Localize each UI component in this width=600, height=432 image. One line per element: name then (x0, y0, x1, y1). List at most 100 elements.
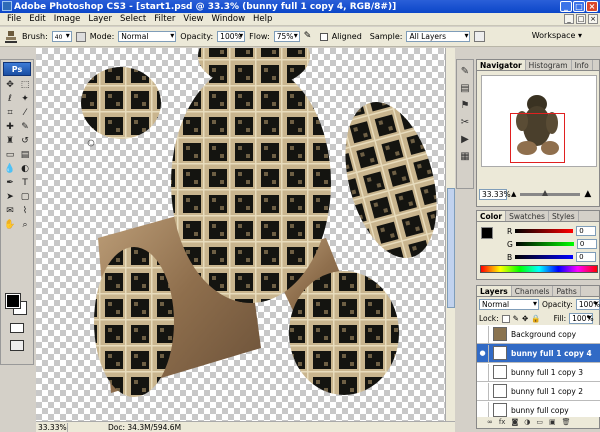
lock-transparent-icon[interactable] (501, 314, 510, 323)
layer-row[interactable]: bunny full copy (477, 401, 600, 417)
magic-wand-tool-icon[interactable]: ✦ (18, 93, 32, 106)
toggle-brushes-icon[interactable] (75, 31, 86, 42)
layer-row[interactable]: bunny full 1 copy 3 (477, 363, 600, 382)
menu-layer[interactable]: Layer (84, 14, 116, 24)
crop-tool-icon[interactable]: ⌗ (3, 107, 17, 120)
gradient-tool-icon[interactable]: ▤ (18, 149, 32, 162)
lasso-tool-icon[interactable]: ℓ (3, 93, 17, 106)
notes-tool-icon[interactable]: ✉ (3, 205, 17, 218)
mode-select[interactable]: Normal (118, 31, 177, 42)
screen-mode-icon[interactable] (10, 340, 24, 351)
color-spectrum-bar[interactable] (480, 265, 598, 273)
new-layer-icon[interactable]: ▣ (549, 418, 556, 427)
flow-field[interactable]: 75% (273, 31, 300, 42)
zoom-out-icon[interactable]: ▲ (511, 190, 516, 198)
navigator-view-box[interactable] (510, 113, 565, 163)
hand-tool-icon[interactable]: ✋ (3, 219, 17, 232)
doc-close-button[interactable]: × (588, 14, 598, 24)
doc-minimize-button[interactable]: _ (564, 14, 574, 24)
quick-mask-icon[interactable] (10, 323, 24, 333)
clone-stamp-tool-icon[interactable] (4, 30, 18, 44)
pen-tool-icon[interactable]: ✒ (3, 177, 17, 190)
photoshop-logo[interactable]: Ps (3, 62, 31, 76)
layer-visibility-icon[interactable] (477, 325, 489, 343)
navigator-zoom-field[interactable]: 33.33% (479, 188, 511, 200)
menu-edit[interactable]: Edit (25, 14, 49, 24)
history-panel-icon[interactable]: ✂ (461, 117, 469, 128)
green-slider[interactable] (515, 242, 574, 246)
menu-image[interactable]: Image (50, 14, 85, 24)
navigator-preview[interactable] (481, 75, 597, 167)
aligned-checkbox[interactable] (319, 32, 328, 41)
layer-visibility-icon[interactable] (477, 363, 489, 381)
color-foreground-swatch[interactable] (481, 227, 493, 239)
healing-brush-tool-icon[interactable]: ✚ (3, 121, 17, 134)
path-selection-tool-icon[interactable]: ➤ (3, 191, 17, 204)
layer-fill-field[interactable]: 100% (569, 313, 594, 324)
clone-source-icon[interactable]: ⚑ (461, 100, 470, 111)
tab-layers[interactable]: Layers (477, 286, 512, 296)
blue-value-field[interactable]: 0 (576, 252, 597, 262)
zoom-level[interactable]: 33.33% (36, 422, 68, 432)
brush-tool-icon[interactable]: ✎ (18, 121, 32, 134)
menu-window[interactable]: Window (208, 14, 250, 24)
adjustment-layer-icon[interactable]: ◑ (524, 418, 530, 427)
link-layers-icon[interactable]: ∞ (487, 418, 493, 427)
layer-style-icon[interactable]: fx (499, 418, 506, 427)
tab-styles[interactable]: Styles (549, 211, 579, 221)
tab-info[interactable]: Info (572, 60, 593, 70)
brushes-panel-icon[interactable]: ✎ (461, 66, 469, 77)
lock-all-icon[interactable]: 🔒 (531, 314, 540, 323)
tool-presets-icon[interactable]: ▤ (460, 83, 469, 94)
history-brush-tool-icon[interactable]: ↺ (18, 135, 32, 148)
eraser-tool-icon[interactable]: ▭ (3, 149, 17, 162)
sample-select[interactable]: All Layers (406, 31, 471, 42)
lock-image-icon[interactable]: ✎ (513, 314, 519, 323)
tab-navigator[interactable]: Navigator (477, 60, 526, 70)
layer-visibility-icon[interactable] (477, 401, 489, 417)
brush-picker[interactable]: 40 (51, 31, 72, 42)
layer-row-selected[interactable]: ● bunny full 1 copy 4 (477, 344, 600, 363)
airbrush-icon[interactable]: ✎ (304, 31, 316, 43)
menu-filter[interactable]: Filter (150, 14, 179, 24)
slice-tool-icon[interactable]: ⁄ (18, 107, 32, 120)
layer-visibility-eye-icon[interactable]: ● (477, 344, 489, 362)
shape-tool-icon[interactable]: ▢ (18, 191, 32, 204)
maximize-button[interactable]: □ (573, 1, 585, 12)
zoom-tool-icon[interactable]: ⌕ (18, 219, 32, 232)
tab-paths[interactable]: Paths (553, 286, 581, 296)
scroll-thumb[interactable] (447, 188, 455, 308)
clone-stamp-tool-icon[interactable]: ♜ (3, 135, 17, 148)
layer-mask-icon[interactable]: ◙ (511, 418, 518, 427)
move-tool-icon[interactable]: ✥ (3, 79, 17, 92)
vertical-scrollbar[interactable] (445, 48, 455, 421)
dodge-tool-icon[interactable]: ◐ (18, 163, 32, 176)
menu-help[interactable]: Help (249, 14, 276, 24)
tab-histogram[interactable]: Histogram (526, 60, 572, 70)
red-value-field[interactable]: 0 (576, 226, 597, 236)
menu-select[interactable]: Select (116, 14, 150, 24)
tab-color[interactable]: Color (477, 211, 507, 221)
layer-blend-mode-select[interactable]: Normal (479, 299, 539, 310)
eyedropper-tool-icon[interactable]: ⌇ (18, 205, 32, 218)
type-tool-icon[interactable]: T (18, 177, 32, 190)
zoom-slider[interactable] (520, 189, 581, 196)
layer-visibility-icon[interactable] (477, 382, 489, 400)
delete-layer-icon[interactable]: 🗑 (562, 418, 571, 427)
close-button[interactable]: × (586, 1, 598, 12)
tab-swatches[interactable]: Swatches (506, 211, 549, 221)
doc-restore-button[interactable]: □ (576, 14, 586, 24)
layer-row[interactable]: bunny full 1 copy 2 (477, 382, 600, 401)
actions-panel-icon[interactable]: ▶ (461, 134, 469, 145)
layer-row[interactable]: Background copy (477, 325, 600, 344)
layer-comps-icon[interactable]: ▦ (460, 151, 469, 162)
ignore-adjustment-layers-icon[interactable] (474, 31, 486, 42)
tab-channels[interactable]: Channels (512, 286, 554, 296)
menu-file[interactable]: File (3, 14, 25, 24)
red-slider[interactable] (515, 229, 574, 233)
foreground-color-swatch[interactable] (5, 293, 21, 309)
blur-tool-icon[interactable]: 💧 (3, 163, 17, 176)
green-value-field[interactable]: 0 (576, 239, 597, 249)
zoom-in-icon[interactable]: ▲ (584, 189, 591, 199)
workspace-menu[interactable]: Workspace (532, 31, 582, 40)
